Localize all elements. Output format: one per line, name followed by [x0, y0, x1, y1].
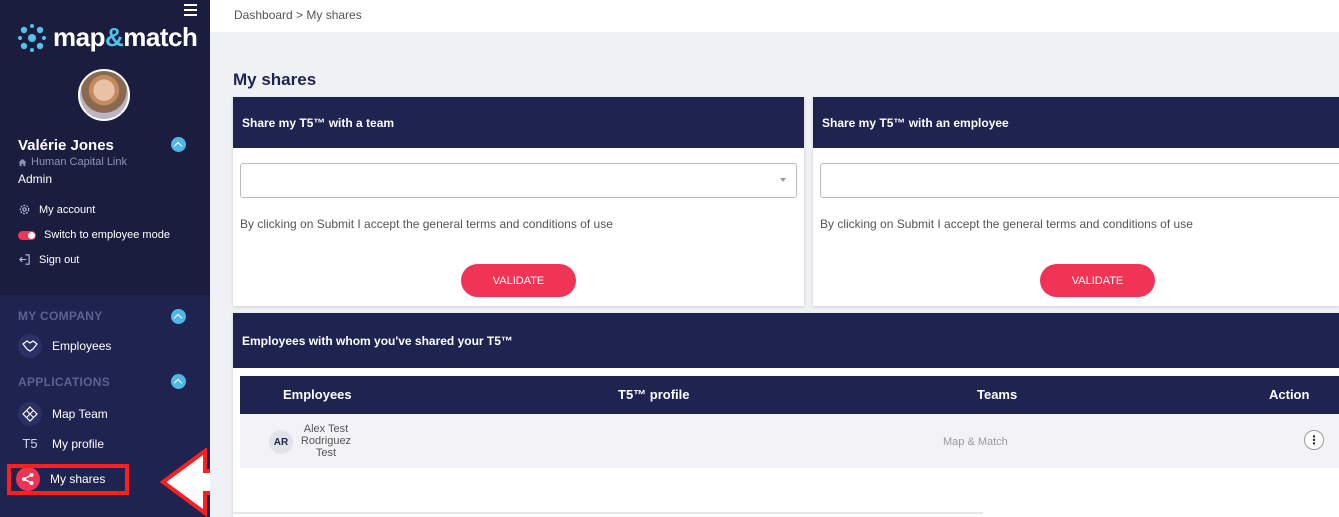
top-bar: [210, 0, 1339, 32]
company-collapse-icon[interactable]: [171, 309, 186, 324]
share-team-header: Share my T5™ with a team: [233, 97, 804, 148]
sign-out-icon: [19, 254, 30, 265]
sidebar-item-my-profile[interactable]: T5 My profile: [18, 436, 104, 451]
highlight-box: [7, 464, 129, 495]
column-action: Action: [1269, 387, 1310, 402]
share-employee-card: Share my T5™ with an employee By clickin…: [813, 97, 1339, 306]
employee-name: Alex Test Rodriguez Test: [300, 423, 352, 459]
page-title: My shares: [233, 70, 317, 89]
employee-initials-avatar: AR: [269, 430, 293, 454]
map-team-label: Map Team: [52, 407, 108, 421]
brand-name: map&match: [53, 22, 198, 52]
brand-logo[interactable]: map&match: [17, 22, 198, 53]
breadcrumb[interactable]: Dashboard > My shares: [234, 8, 362, 22]
user-name: Valérie Jones: [18, 137, 114, 154]
section-my-company: MY COMPANY: [18, 309, 103, 323]
switch-mode-label: Switch to employee mode: [44, 229, 170, 241]
company-name: Human Capital Link: [31, 156, 127, 168]
column-teams: Teams: [977, 387, 1018, 402]
team-select[interactable]: [240, 163, 797, 198]
section-applications: APPLICATIONS: [18, 375, 111, 389]
validate-employee-button[interactable]: VALIDATE: [1040, 264, 1155, 297]
user-avatar[interactable]: [78, 69, 130, 121]
share-employee-terms: By clicking on Submit I accept the gener…: [820, 217, 1193, 231]
share-team-terms: By clicking on Submit I accept the gener…: [240, 217, 613, 231]
logo-mark-icon: [18, 23, 46, 52]
employees-label: Employees: [52, 339, 112, 353]
switch-mode-toggle[interactable]: Switch to employee mode: [18, 229, 170, 241]
user-role: Admin: [18, 172, 53, 186]
more-actions-icon[interactable]: ⋮: [1304, 430, 1324, 450]
hamburger-menu-icon[interactable]: [184, 4, 197, 16]
share-team-card: Share my T5™ with a team By clicking on …: [233, 97, 804, 306]
shared-employees-card: Employees with whom you've shared your T…: [233, 313, 1339, 517]
table-header: Employees T5™ profile Teams Action: [240, 376, 1339, 414]
table-row: AR Alex Test Rodriguez Test Map & Match …: [240, 414, 1339, 468]
sidebar-item-map-team[interactable]: Map Team: [18, 402, 108, 426]
shared-employees-header: Employees with whom you've shared your T…: [233, 313, 1339, 368]
handshake-icon: [18, 334, 42, 358]
home-icon: [18, 158, 27, 166]
applications-collapse-icon[interactable]: [171, 374, 186, 389]
sign-out-link[interactable]: Sign out: [18, 253, 79, 266]
gear-icon: [19, 204, 30, 215]
column-employees: Employees: [283, 387, 352, 402]
my-account-link[interactable]: My account: [18, 203, 95, 216]
sign-out-label: Sign out: [39, 253, 80, 266]
employee-select[interactable]: [820, 163, 1339, 198]
t5-icon: T5: [22, 436, 38, 451]
validate-team-button[interactable]: VALIDATE: [461, 264, 576, 297]
map-team-icon: [18, 402, 42, 426]
chevron-down-icon: [780, 178, 786, 182]
user-company: Human Capital Link: [18, 156, 127, 168]
sidebar-item-employees[interactable]: Employees: [18, 334, 111, 358]
column-t5-profile: T5™ profile: [618, 387, 690, 402]
my-profile-label: My profile: [52, 436, 105, 451]
employee-team: Map & Match: [943, 436, 1008, 448]
divider: [233, 512, 983, 514]
my-account-label: My account: [39, 203, 96, 216]
sidebar: map&match Valérie Jones Human Capital Li…: [0, 0, 210, 517]
toggle-switch-icon[interactable]: [18, 230, 36, 240]
shared-employees-table: Employees T5™ profile Teams Action AR Al…: [240, 376, 1339, 468]
share-employee-header: Share my T5™ with an employee: [813, 97, 1339, 148]
user-collapse-icon[interactable]: [171, 137, 186, 152]
